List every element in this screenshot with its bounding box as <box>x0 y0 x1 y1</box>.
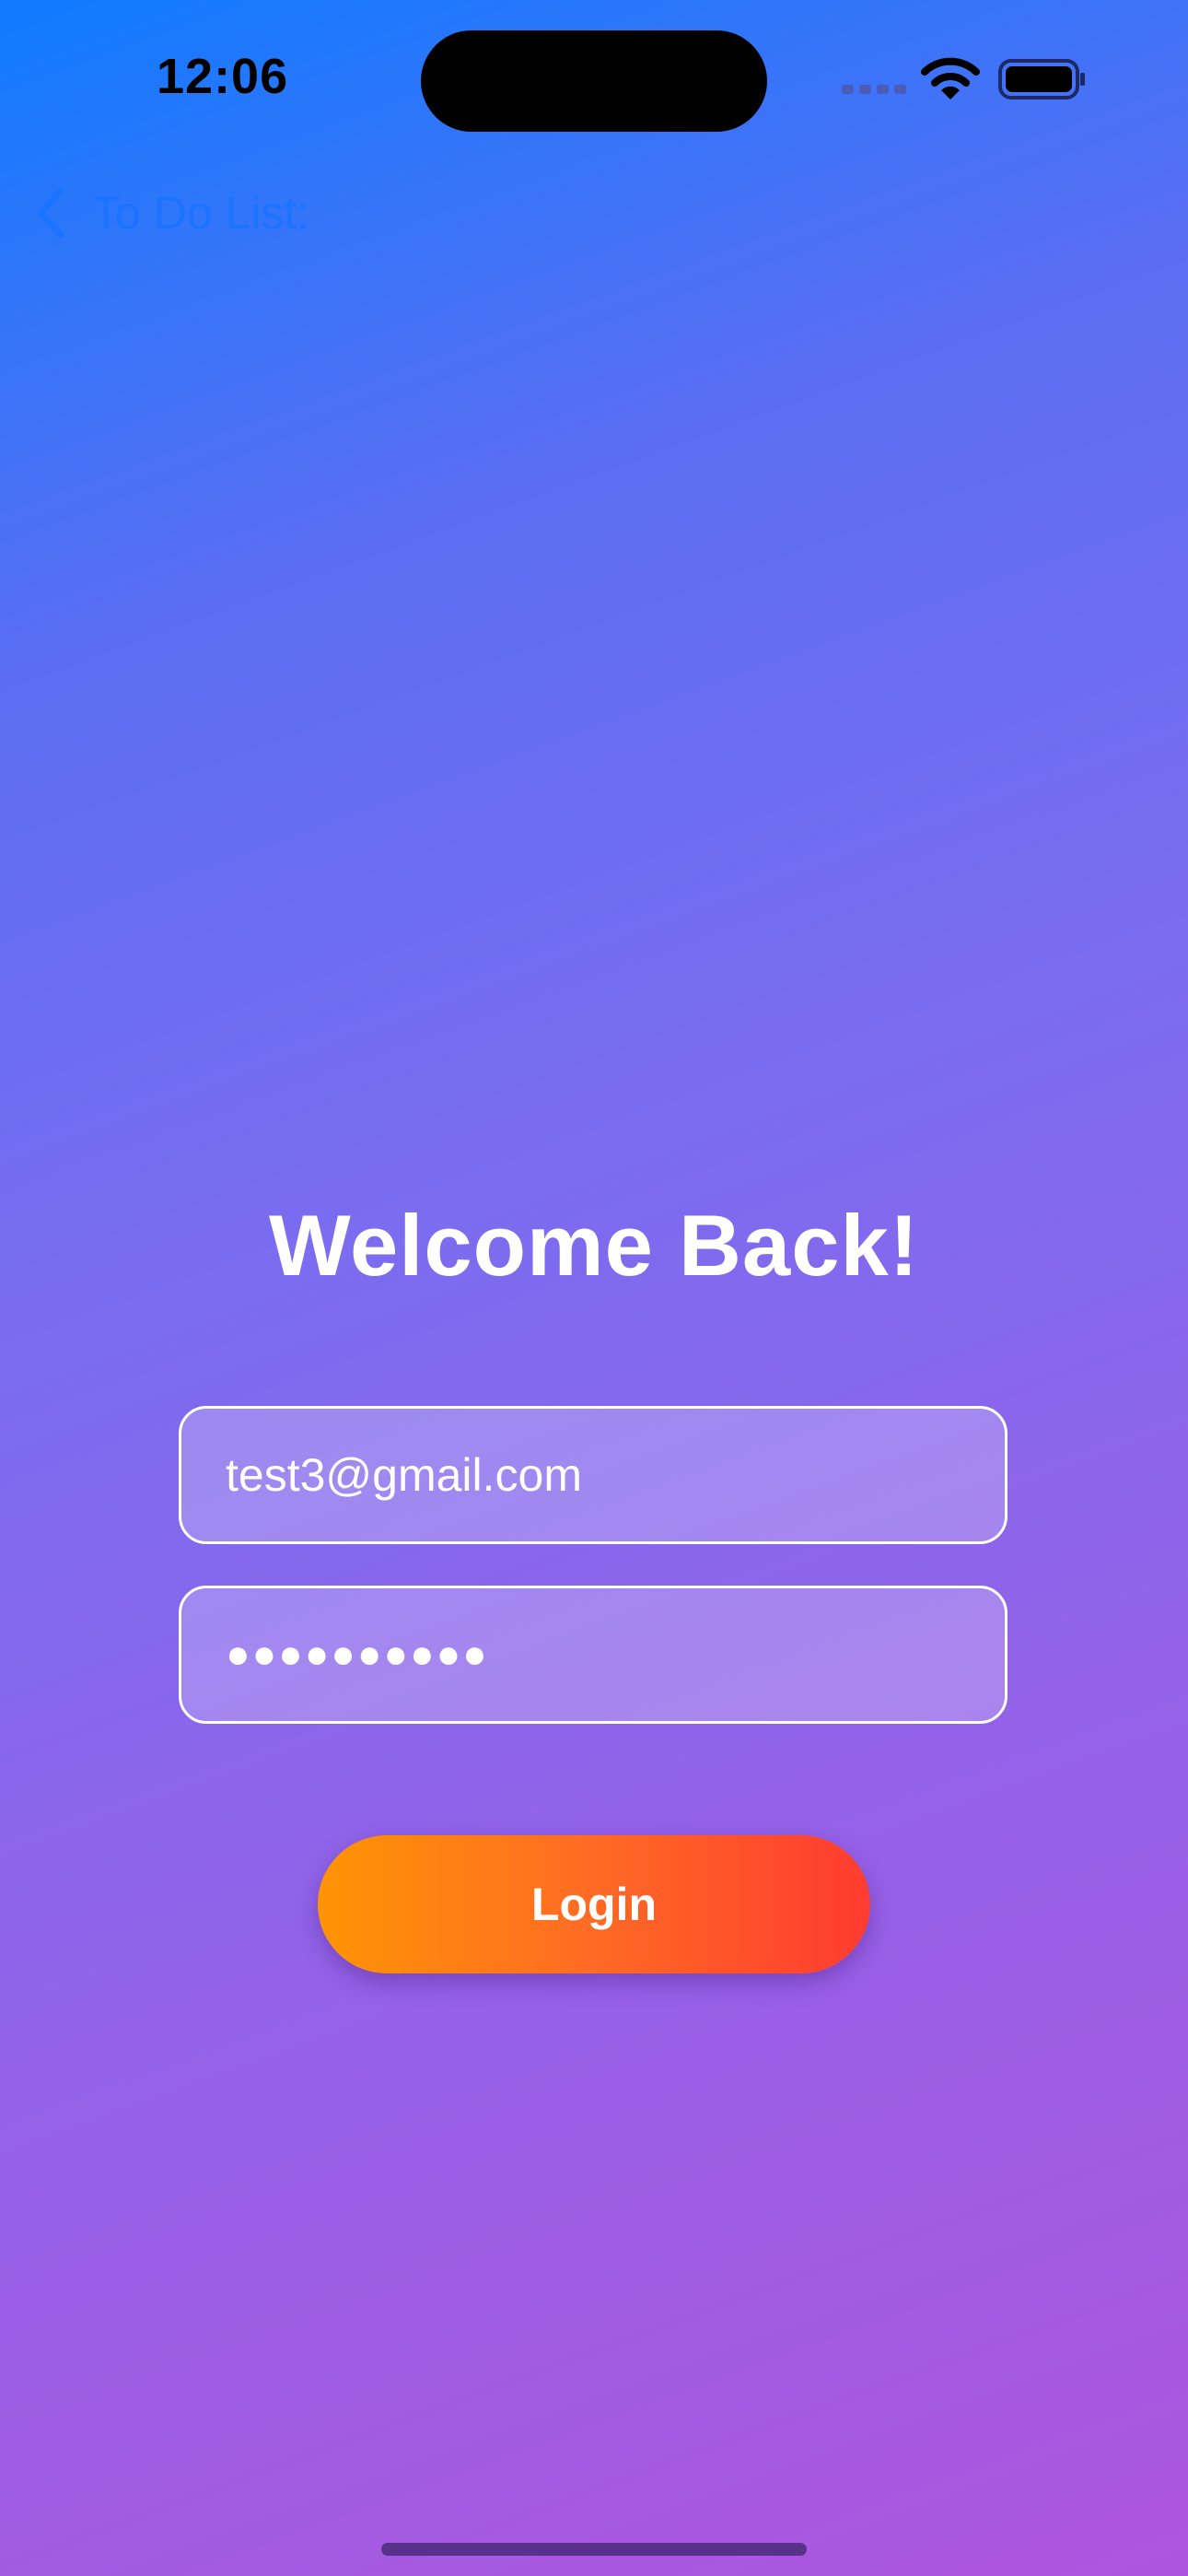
back-button[interactable]: To Do List: <box>31 181 309 245</box>
password-field[interactable]: ●●●●●●●●●● <box>179 1586 1007 1724</box>
email-field[interactable] <box>179 1406 1007 1544</box>
status-bar: 12:06 <box>0 0 1188 157</box>
battery-icon <box>998 59 1085 100</box>
dynamic-island <box>421 30 767 132</box>
login-button[interactable]: Login <box>318 1835 870 1973</box>
password-input[interactable]: ●●●●●●●●●● <box>226 1632 489 1678</box>
status-time: 12:06 <box>157 49 289 104</box>
email-input[interactable] <box>226 1448 961 1502</box>
chevron-left-icon <box>37 187 64 239</box>
page-title: Welcome Back! <box>268 1197 920 1294</box>
wifi-icon <box>921 57 980 100</box>
back-button-label: To Do List: <box>92 187 310 239</box>
home-indicator[interactable] <box>381 2543 807 2556</box>
cellular-signal-icon <box>842 85 906 94</box>
